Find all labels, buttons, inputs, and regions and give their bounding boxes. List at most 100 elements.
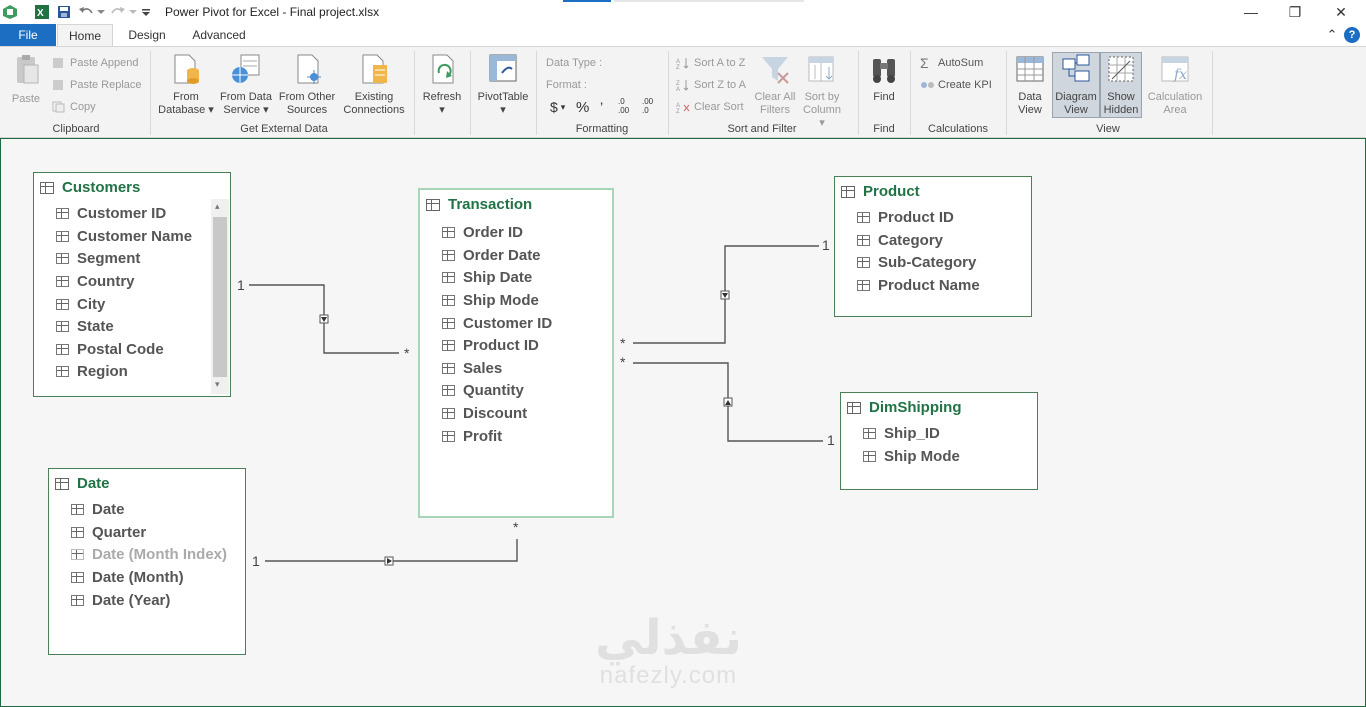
existing-connections-button[interactable]: Existing Connections (340, 53, 408, 117)
undo-icon[interactable] (78, 3, 94, 21)
find-button[interactable]: Find (866, 53, 902, 104)
diagram-view-button[interactable]: Diagram View (1052, 52, 1100, 118)
field-product-name[interactable]: Product Name (857, 277, 980, 294)
customize-qat-icon[interactable] (140, 3, 152, 21)
tab-design[interactable]: Design (120, 24, 174, 46)
field-discount[interactable]: Discount (442, 405, 527, 422)
field-product-id[interactable]: Product ID (857, 209, 954, 226)
column-icon (442, 250, 455, 261)
scroll-up-icon[interactable]: ▴ (215, 201, 220, 212)
scrollbar-thumb[interactable] (213, 217, 227, 377)
table-product[interactable]: Product Product ID Category Sub-Category… (834, 176, 1032, 317)
calculation-area-button[interactable]: fx Calculation Area (1144, 53, 1206, 117)
tab-file[interactable]: File (0, 24, 56, 46)
relationship-customers-transaction[interactable] (249, 284, 399, 354)
tab-home[interactable]: Home (57, 24, 113, 46)
autosum-button[interactable]: Σ AutoSum (920, 55, 983, 71)
from-other-sources-button[interactable]: From Other Sources (276, 53, 338, 117)
field-postal-code[interactable]: Postal Code (56, 341, 164, 358)
title-bar: X Power Pivot for Excel - Final project.… (0, 0, 1366, 24)
relationship-one-label: 1 (822, 237, 830, 253)
undo-dropdown-icon[interactable] (96, 3, 106, 21)
table-scrollbar[interactable]: ▴ ▾ (211, 199, 229, 394)
close-button[interactable]: ✕ (1328, 2, 1354, 22)
redo-icon[interactable] (110, 3, 126, 21)
field-category[interactable]: Category (857, 232, 943, 249)
copy-button[interactable]: Copy (52, 99, 96, 115)
table-date[interactable]: Date Date Quarter Date (Month Index) Dat… (48, 468, 246, 655)
sort-a-to-z-label: Sort A to Z (694, 57, 746, 69)
data-type-dropdown[interactable]: Data Type : (546, 55, 602, 71)
pivottable-button[interactable]: PivotTable ▾ (474, 53, 532, 117)
field-ship-mode[interactable]: Ship Mode (442, 292, 539, 309)
decrease-decimal-button[interactable]: .00 .0 (642, 97, 660, 115)
refresh-button[interactable]: Refresh ▾ (418, 53, 466, 117)
separator (1006, 51, 1007, 135)
relationship-transaction-dimshipping[interactable] (633, 362, 823, 442)
field-sales[interactable]: Sales (442, 360, 502, 377)
field-city[interactable]: City (56, 296, 105, 313)
field-ship-mode[interactable]: Ship Mode (863, 448, 960, 465)
field-label: Order ID (463, 224, 524, 241)
field-ship-date[interactable]: Ship Date (442, 269, 532, 286)
paste-button[interactable]: Paste (8, 53, 44, 106)
formatting-group-label: Formatting (575, 123, 629, 135)
refresh-icon (418, 53, 466, 89)
tab-advanced[interactable]: Advanced (184, 24, 254, 46)
field-customer-id[interactable]: Customer ID (442, 315, 552, 332)
binoculars-icon (866, 53, 902, 89)
comma-format-button[interactable]: ’ (600, 99, 603, 115)
currency-format-button[interactable]: $ ▾ (550, 99, 565, 115)
field-order-id[interactable]: Order ID (442, 224, 523, 241)
sort-by-column-button[interactable]: Sort by Column ▾ (800, 53, 844, 130)
table-title: Product (841, 183, 920, 200)
help-icon[interactable]: ? (1344, 27, 1360, 43)
show-hidden-button[interactable]: Show Hidden (1100, 52, 1142, 118)
field-date[interactable]: Date (71, 501, 125, 518)
field-date-month[interactable]: Date (Month) (71, 569, 184, 586)
table-transaction[interactable]: Transaction Order ID Order Date Ship Dat… (418, 188, 614, 518)
field-state[interactable]: State (56, 318, 114, 335)
relationship-transaction-product[interactable] (633, 245, 819, 344)
minimize-button[interactable]: — (1238, 2, 1264, 22)
relationship-one-label: 1 (252, 553, 260, 569)
field-order-date[interactable]: Order Date (442, 247, 541, 264)
table-customers[interactable]: Customers Customer ID Customer Name Segm… (33, 172, 231, 397)
create-kpi-button[interactable]: Create KPI (920, 77, 992, 93)
field-country[interactable]: Country (56, 273, 135, 290)
relationship-date-transaction[interactable] (265, 539, 518, 566)
sort-z-to-a-button[interactable]: ZA Sort Z to A (676, 77, 746, 93)
paste-append-button[interactable]: Paste Append (52, 55, 139, 71)
field-quarter[interactable]: Quarter (71, 524, 146, 541)
from-database-button[interactable]: From Database ▾ (156, 53, 216, 117)
format-dropdown[interactable]: Format : (546, 77, 587, 93)
percent-format-button[interactable]: % (576, 99, 589, 116)
field-ship-id[interactable]: Ship_ID (863, 425, 940, 442)
show-hidden-icon (1101, 53, 1141, 89)
field-customer-id[interactable]: Customer ID (56, 205, 166, 222)
sort-a-to-z-button[interactable]: AZ Sort A to Z (676, 55, 745, 71)
diagram-canvas[interactable]: 1 * * 1 * 1 1 * Customers Customer ID Cu… (0, 138, 1366, 707)
paste-replace-button[interactable]: Paste Replace (52, 77, 142, 93)
field-region[interactable]: Region (56, 363, 128, 380)
collapse-ribbon-icon[interactable]: ⌃ (1324, 24, 1340, 46)
from-data-service-button[interactable]: From Data Service ▾ (218, 53, 274, 117)
scroll-down-icon[interactable]: ▾ (215, 379, 220, 390)
field-customer-name[interactable]: Customer Name (56, 228, 192, 245)
field-segment[interactable]: Segment (56, 250, 140, 267)
table-dimshipping[interactable]: DimShipping Ship_ID Ship Mode (840, 392, 1038, 490)
restore-button[interactable]: ❐ (1282, 2, 1308, 22)
field-product-id[interactable]: Product ID (442, 337, 539, 354)
field-profit[interactable]: Profit (442, 428, 502, 445)
save-icon[interactable] (56, 3, 72, 21)
data-view-button[interactable]: Data View (1010, 53, 1050, 117)
field-date-month-index[interactable]: Date (Month Index) (71, 546, 227, 563)
field-quantity[interactable]: Quantity (442, 382, 524, 399)
excel-icon[interactable]: X (34, 3, 50, 21)
field-sub-category[interactable]: Sub-Category (857, 254, 976, 271)
clear-all-filters-button[interactable]: Clear All Filters (752, 53, 798, 117)
redo-dropdown-icon[interactable] (128, 3, 138, 21)
increase-decimal-button[interactable]: .0 .00 (618, 97, 636, 115)
clear-sort-button[interactable]: AZ Clear Sort (676, 99, 744, 115)
field-date-year[interactable]: Date (Year) (71, 592, 170, 609)
